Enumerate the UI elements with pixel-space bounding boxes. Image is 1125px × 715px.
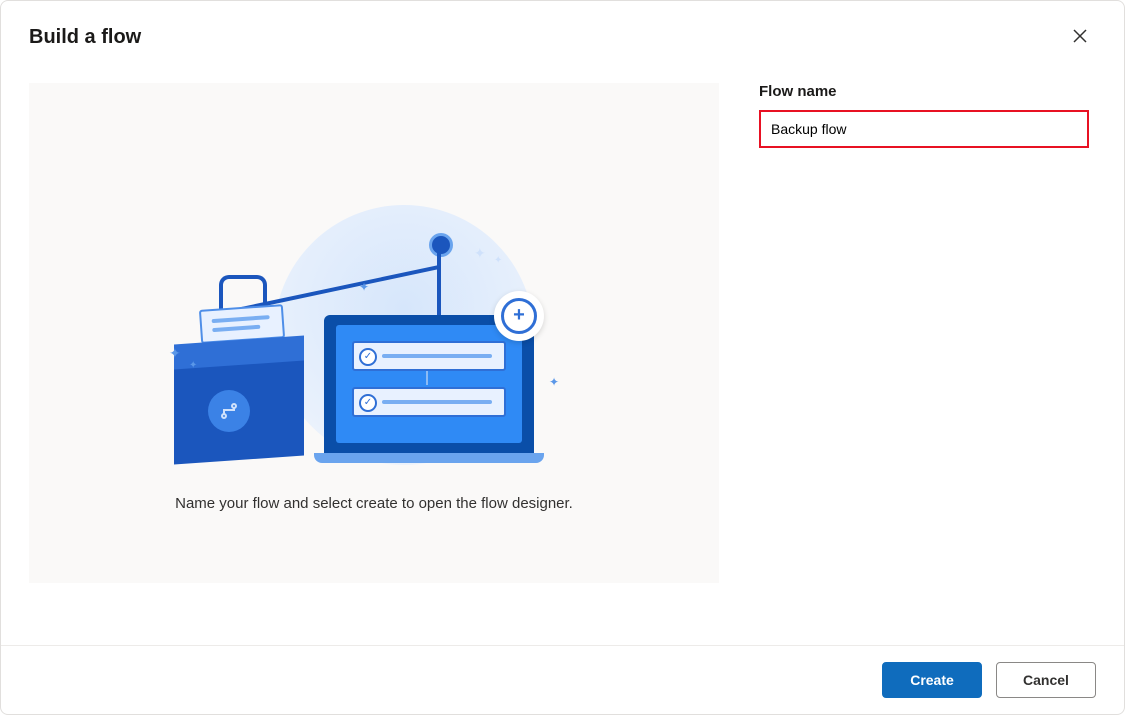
dialog-footer: Create Cancel xyxy=(1,645,1124,714)
flow-illustration: ✓ ✓ + ✦ ✦ ✦ ✦ ✦ ✦ xyxy=(164,185,584,465)
flow-name-input[interactable] xyxy=(759,110,1089,148)
flow-name-label: Flow name xyxy=(759,83,1096,100)
cancel-button[interactable]: Cancel xyxy=(996,662,1096,698)
dialog-header: Build a flow xyxy=(1,1,1124,53)
close-icon xyxy=(1073,29,1087,46)
dialog-title: Build a flow xyxy=(29,26,141,49)
illustration-panel: ✓ ✓ + ✦ ✦ ✦ ✦ ✦ ✦ Name your flow and sel… xyxy=(29,83,719,583)
illustration-caption: Name your flow and select create to open… xyxy=(175,495,573,512)
close-button[interactable] xyxy=(1064,21,1096,53)
build-flow-dialog: Build a flow xyxy=(0,0,1125,715)
flow-graph-icon xyxy=(208,390,250,432)
plus-icon: + xyxy=(494,291,544,341)
create-button[interactable]: Create xyxy=(882,662,982,698)
dialog-body: ✓ ✓ + ✦ ✦ ✦ ✦ ✦ ✦ Name your flow and sel… xyxy=(1,53,1124,645)
form-panel: Flow name xyxy=(759,83,1096,645)
